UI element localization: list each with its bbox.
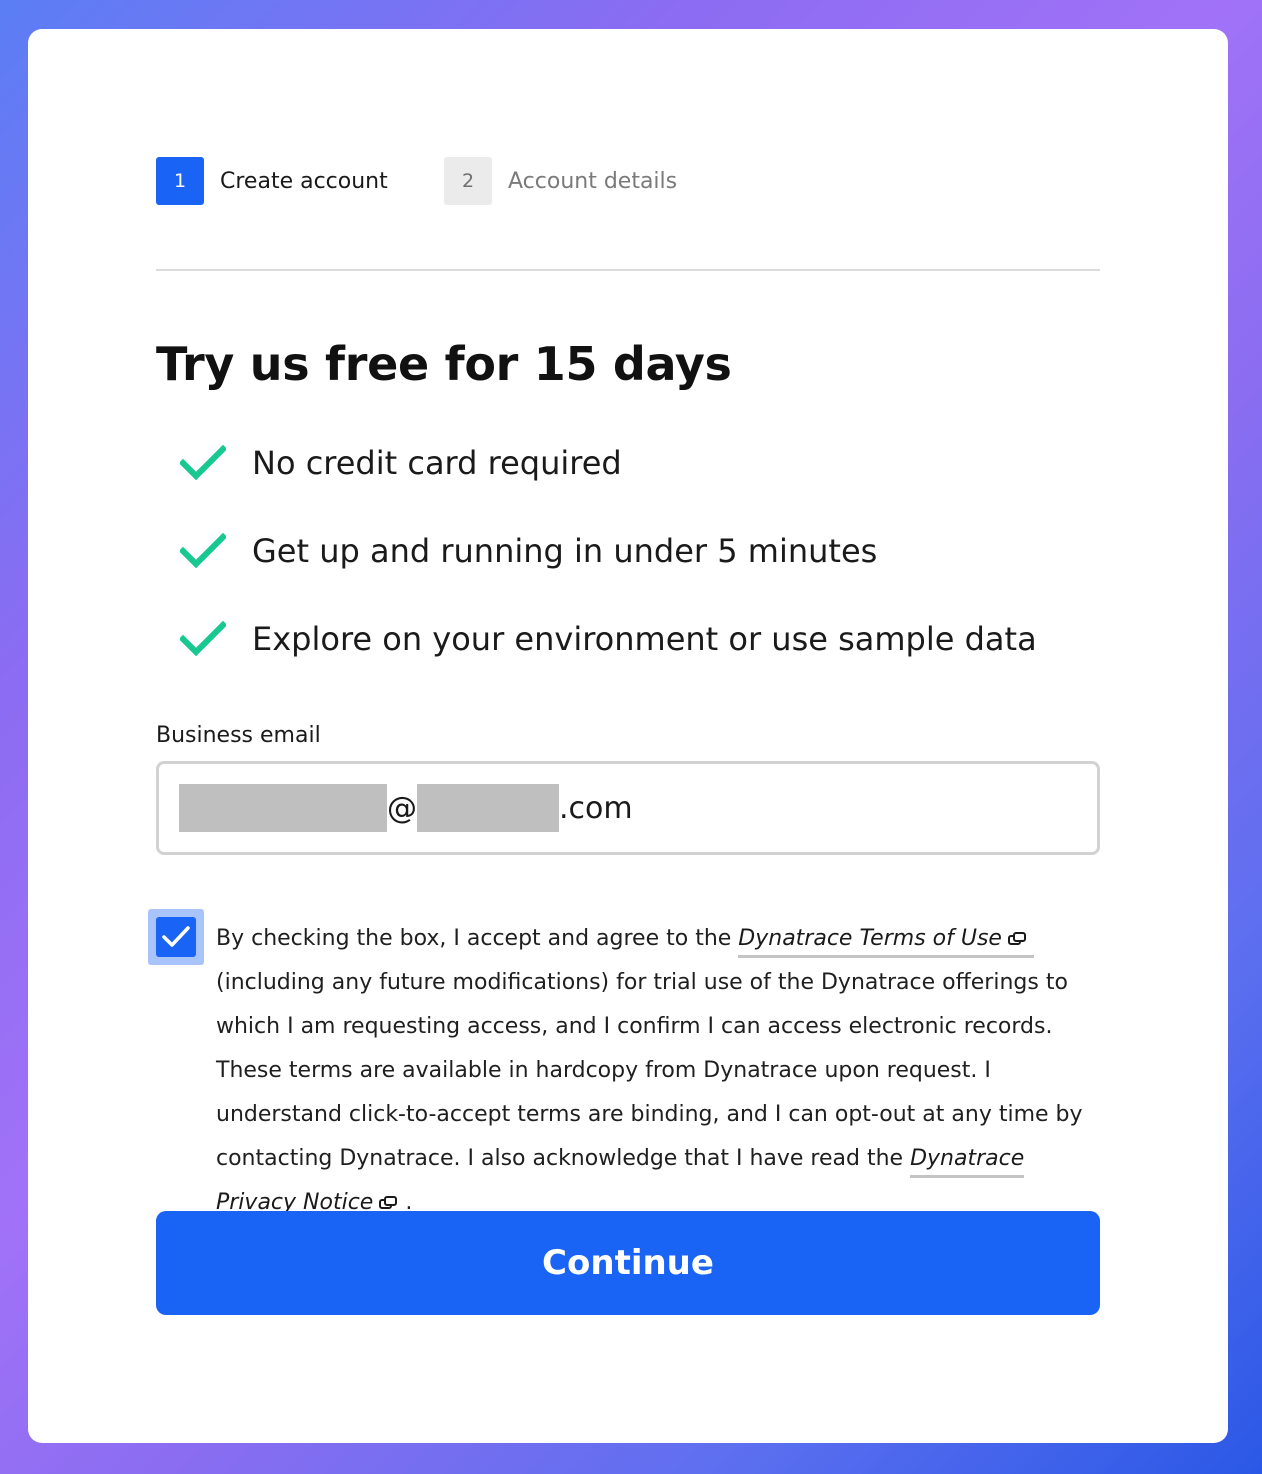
stepper: 1 Create account 2 Account details <box>156 157 1100 205</box>
email-field[interactable]: @ .com <box>156 761 1100 855</box>
step-label: Account details <box>508 168 678 194</box>
step-create-account: 1 Create account <box>156 157 388 205</box>
step-number-badge: 1 <box>156 157 204 205</box>
email-label: Business email <box>156 723 321 748</box>
step-label: Create account <box>220 168 388 194</box>
email-value-domain: .com <box>559 790 633 826</box>
terms-link-label: Dynatrace Terms of Use <box>738 926 1002 951</box>
check-icon <box>180 621 226 657</box>
benefit-text: Get up and running in under 5 minutes <box>252 532 878 570</box>
external-link-icon <box>379 1196 398 1209</box>
check-icon <box>180 533 226 569</box>
step-account-details: 2 Account details <box>444 157 677 205</box>
divider <box>156 269 1100 271</box>
list-item: Get up and running in under 5 minutes <box>180 527 1037 615</box>
redacted-text <box>179 784 387 832</box>
benefit-text: Explore on your environment or use sampl… <box>252 620 1037 658</box>
check-icon <box>180 445 226 481</box>
redacted-text <box>417 784 559 832</box>
consent-text: By checking the box, I accept and agree … <box>216 917 1100 1225</box>
checkmark-icon <box>162 926 190 947</box>
external-link-icon <box>1007 932 1026 945</box>
signup-card: 1 Create account 2 Account details Try u… <box>28 29 1228 1443</box>
consent-text-intro: By checking the box, I accept and agree … <box>216 926 732 951</box>
benefit-text: No credit card required <box>252 444 622 482</box>
terms-checkbox[interactable] <box>148 909 204 965</box>
terms-of-use-link[interactable]: Dynatrace Terms of Use <box>738 926 1034 958</box>
step-number-badge: 2 <box>444 157 492 205</box>
list-item: Explore on your environment or use sampl… <box>180 615 1037 703</box>
benefits-list: No credit card required Get up and runni… <box>180 439 1037 703</box>
list-item: No credit card required <box>180 439 1037 527</box>
checkbox-box <box>156 917 196 957</box>
continue-button[interactable]: Continue <box>156 1211 1100 1315</box>
page-title: Try us free for 15 days <box>156 337 732 391</box>
email-value-at: @ <box>387 790 417 826</box>
consent-text-body: (including any future modifications) for… <box>216 970 1083 1171</box>
